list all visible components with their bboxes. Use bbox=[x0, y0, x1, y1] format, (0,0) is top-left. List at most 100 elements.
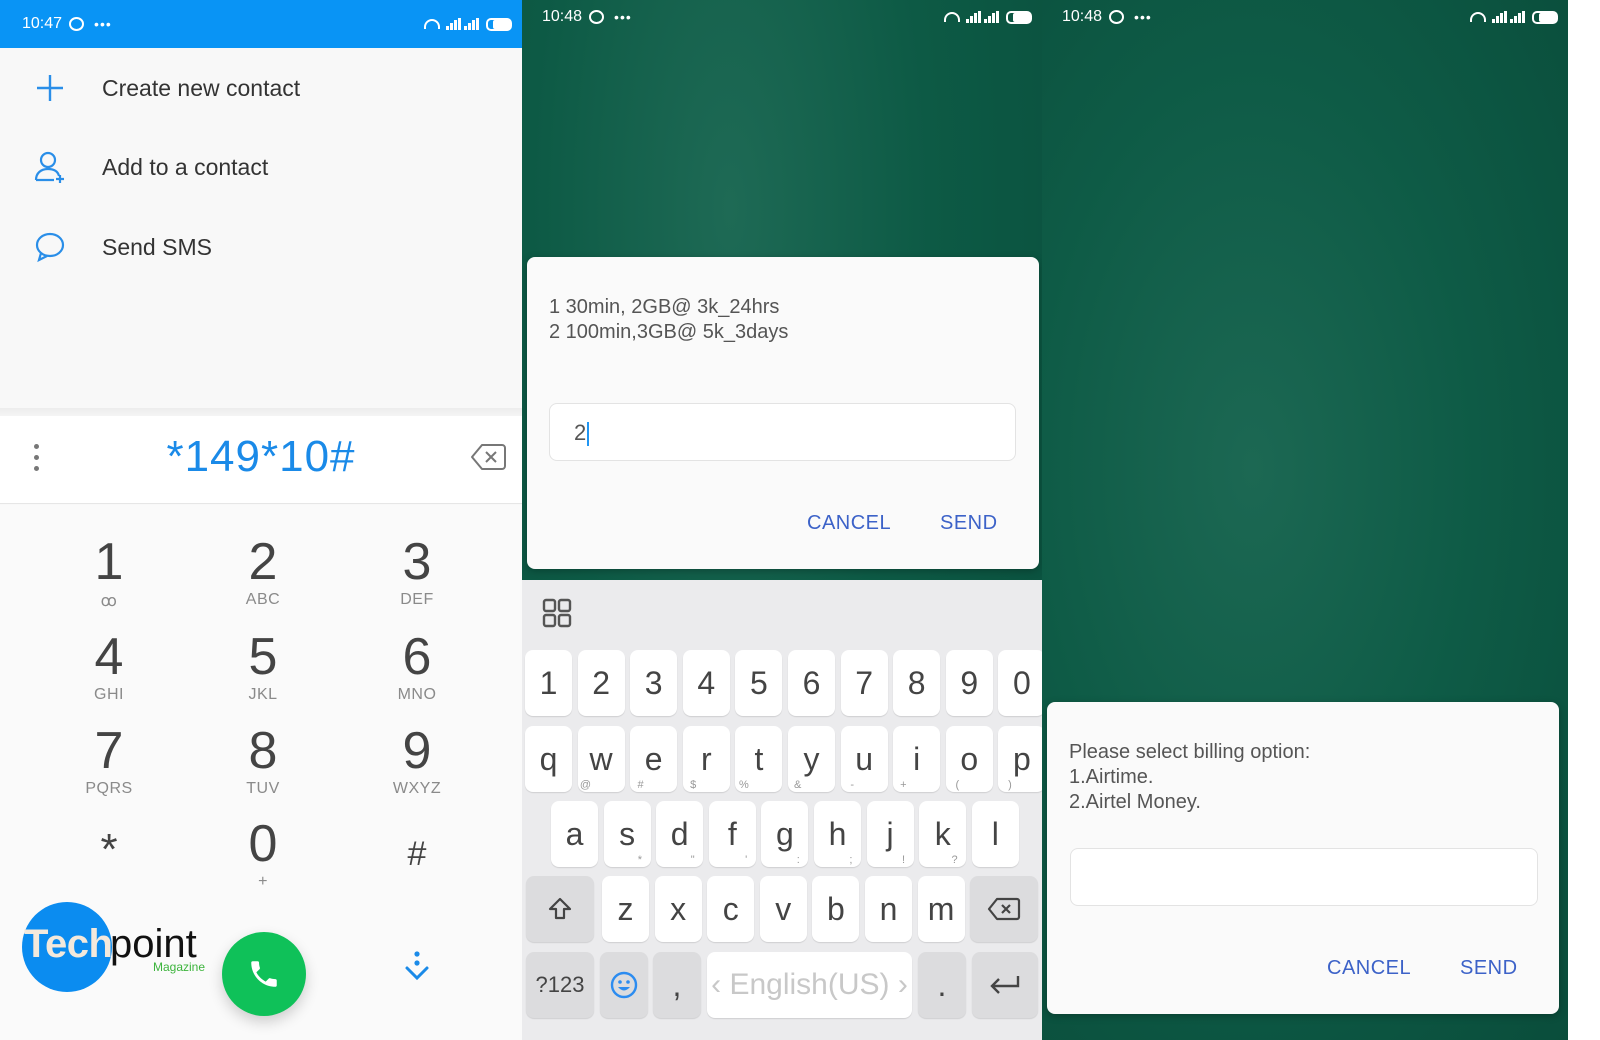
key-label: j bbox=[886, 816, 894, 852]
dial-key-9[interactable]: 9 WXYZ bbox=[357, 724, 477, 798]
dial-key-4[interactable]: 4 GHI bbox=[49, 630, 169, 704]
key-4[interactable]: 4 bbox=[682, 650, 730, 716]
signal-icon bbox=[446, 18, 461, 30]
add-to-contact-item[interactable]: Add to a contact bbox=[0, 132, 522, 202]
text-cursor bbox=[587, 422, 590, 447]
cancel-button[interactable]: CANCEL bbox=[807, 512, 891, 535]
key-f[interactable]: f% bbox=[708, 779, 756, 867]
key-p[interactable]: p bbox=[998, 726, 1042, 792]
key-label: 7 bbox=[855, 665, 873, 701]
space-bar[interactable]: ‹ English(US) › bbox=[707, 952, 912, 1018]
key-alt-symbol: ) bbox=[1008, 779, 1012, 791]
key-m[interactable]: m? bbox=[917, 854, 965, 942]
wifi-icon bbox=[944, 12, 960, 22]
call-button[interactable] bbox=[222, 932, 306, 1016]
collapse-keypad-icon[interactable] bbox=[402, 948, 432, 989]
chat-bubble-icon bbox=[30, 231, 70, 263]
dial-key-0[interactable]: 0 + bbox=[203, 817, 323, 891]
comma-key[interactable]: , bbox=[653, 952, 701, 1018]
dial-key-star[interactable]: * bbox=[49, 823, 169, 877]
key-7[interactable]: 7 bbox=[840, 650, 888, 716]
key-label: y bbox=[803, 741, 820, 777]
key-label: r bbox=[700, 741, 712, 777]
key-label: 9 bbox=[960, 665, 979, 701]
key-h[interactable]: h- bbox=[814, 779, 861, 867]
key-alt-symbol: # bbox=[637, 779, 644, 791]
signal-icon bbox=[966, 11, 981, 23]
key-alt-symbol: ; bbox=[849, 854, 853, 866]
voicemail-icon: ꝏ bbox=[100, 593, 118, 610]
key-b[interactable]: b; bbox=[812, 854, 860, 942]
key-x[interactable]: x " bbox=[654, 854, 702, 942]
key-2[interactable]: 2 bbox=[577, 650, 625, 716]
key-alt-symbol: : bbox=[796, 854, 800, 866]
emoji-key[interactable] bbox=[600, 952, 648, 1018]
create-new-contact-item[interactable]: Create new contact bbox=[0, 53, 522, 123]
key-1[interactable]: 1 bbox=[525, 650, 572, 716]
status-time: 10:48 bbox=[1062, 8, 1103, 25]
key-letters: + bbox=[258, 873, 268, 890]
dial-key-5[interactable]: 5 JKL bbox=[203, 630, 323, 704]
key-o[interactable]: o bbox=[945, 726, 993, 792]
key-9[interactable]: 9 bbox=[945, 650, 993, 716]
key-g[interactable]: g & bbox=[761, 779, 809, 867]
send-button[interactable]: SEND bbox=[940, 512, 998, 535]
signal-icon bbox=[984, 11, 999, 23]
send-sms-item[interactable]: Send SMS bbox=[0, 212, 522, 282]
enter-key[interactable] bbox=[972, 952, 1038, 1018]
shift-key[interactable] bbox=[526, 876, 594, 942]
backspace-icon[interactable] bbox=[470, 442, 508, 477]
key-5[interactable]: 5 bbox=[735, 650, 783, 716]
dial-key-1[interactable]: 1ꝏ bbox=[49, 535, 169, 611]
key-label: w bbox=[589, 741, 613, 777]
key-c[interactable]: c ' bbox=[707, 854, 755, 942]
dial-key-hash[interactable]: # bbox=[357, 827, 477, 881]
chat-notification-icon bbox=[589, 10, 605, 24]
key-s[interactable]: s # bbox=[603, 779, 651, 867]
key-a[interactable]: a @ bbox=[551, 779, 598, 867]
key-v[interactable]: v: bbox=[759, 854, 807, 942]
key-alt-symbol: % bbox=[739, 779, 749, 791]
chat-notification-icon bbox=[69, 17, 85, 31]
key-8[interactable]: 8 bbox=[893, 650, 941, 716]
dial-key-7[interactable]: 7 PQRS bbox=[49, 724, 169, 798]
symbols-key[interactable]: ?123 bbox=[526, 952, 594, 1018]
key-l[interactable]: l) bbox=[971, 779, 1019, 867]
dialed-number[interactable]: *149*10# bbox=[0, 432, 522, 482]
billing-message: Please select billing option: 1.Airtime.… bbox=[1069, 741, 1311, 813]
key-j[interactable]: j + bbox=[866, 779, 914, 867]
key-letters: JKL bbox=[248, 686, 278, 703]
key-digit: 5 bbox=[248, 628, 278, 686]
key-6[interactable]: 6 bbox=[788, 650, 835, 716]
dial-key-3[interactable]: 3 DEF bbox=[357, 535, 477, 609]
keyboard-menu-icon[interactable] bbox=[542, 598, 572, 633]
dial-key-8[interactable]: 8 TUV bbox=[203, 724, 323, 798]
ussd-screen-bundle: 10:48 ••• 1 30min, 2GB@ 3k_24hrs 2 100mi… bbox=[522, 0, 1042, 1040]
send-button[interactable]: SEND bbox=[1460, 957, 1518, 980]
key-0[interactable]: 0 bbox=[998, 650, 1042, 716]
key-alt-symbol: ' bbox=[745, 854, 748, 866]
key-letters: TUV bbox=[246, 780, 280, 797]
key-q[interactable]: q bbox=[525, 726, 572, 792]
key-u[interactable]: u bbox=[840, 726, 888, 792]
period-key[interactable]: . bbox=[918, 952, 966, 1018]
key-3[interactable]: 3 bbox=[630, 650, 678, 716]
cancel-button[interactable]: CANCEL bbox=[1327, 957, 1411, 980]
key-label: e bbox=[644, 741, 663, 777]
key-label: f bbox=[727, 816, 737, 852]
key-label: i bbox=[913, 741, 921, 777]
key-label: c bbox=[722, 891, 739, 927]
key-k[interactable]: k( bbox=[919, 779, 967, 867]
key-n[interactable]: n! bbox=[865, 854, 912, 942]
billing-reply-input[interactable] bbox=[1070, 848, 1538, 906]
key-label: 4 bbox=[697, 665, 716, 701]
backspace-key[interactable] bbox=[970, 876, 1038, 942]
dial-key-2[interactable]: 2 ABC bbox=[203, 535, 323, 609]
key-d[interactable]: d $ bbox=[656, 779, 704, 867]
key-z[interactable]: z * bbox=[602, 854, 649, 942]
ussd-reply-input[interactable]: 2 bbox=[549, 403, 1016, 461]
key-alt-symbol: " bbox=[690, 854, 695, 866]
dial-key-6[interactable]: 6 MNO bbox=[357, 630, 477, 704]
key-label: m bbox=[927, 891, 955, 927]
key-letters: MNO bbox=[397, 686, 437, 703]
